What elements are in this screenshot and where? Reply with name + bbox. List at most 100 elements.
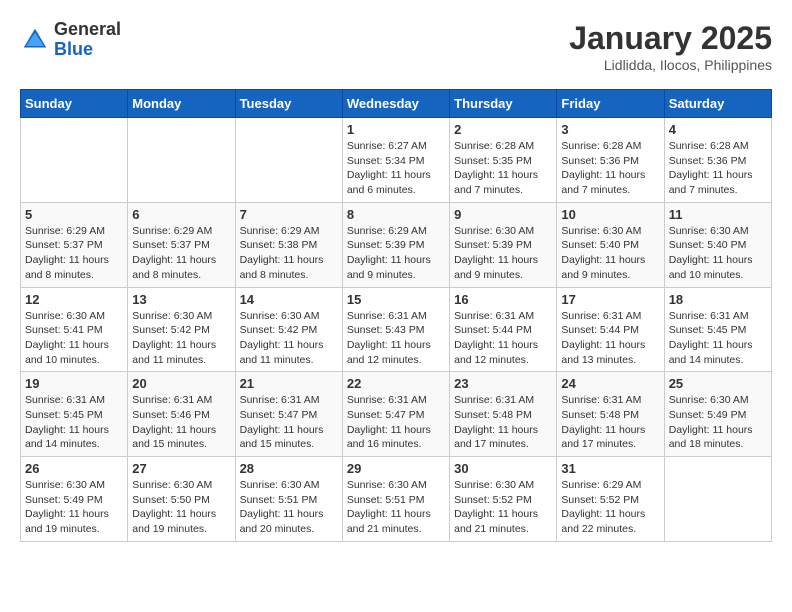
calendar-week-row: 1Sunrise: 6:27 AMSunset: 5:34 PMDaylight… [21,118,772,203]
calendar-cell: 27 Sunrise: 6:30 AMSunset: 5:50 PMDayligh… [128,457,235,542]
page-header: General Blue January 2025 Lidlidda, Iloc… [20,20,772,73]
day-info: Sunrise: 6:30 AMSunset: 5:51 PMDaylight:… [240,478,338,537]
day-info: Sunrise: 6:31 AMSunset: 5:47 PMDaylight:… [240,393,338,452]
calendar-cell: 7 Sunrise: 6:29 AMSunset: 5:38 PMDaylight… [235,202,342,287]
day-info: Sunrise: 6:31 AMSunset: 5:48 PMDaylight:… [561,393,659,452]
day-number: 5 [25,207,123,222]
calendar-week-row: 5 Sunrise: 6:29 AMSunset: 5:37 PMDaylight… [21,202,772,287]
day-number: 16 [454,292,552,307]
day-info: Sunrise: 6:31 AMSunset: 5:44 PMDaylight:… [454,309,552,368]
calendar-cell: 5 Sunrise: 6:29 AMSunset: 5:37 PMDaylight… [21,202,128,287]
day-info: Sunrise: 6:31 AMSunset: 5:46 PMDaylight:… [132,393,230,452]
day-number: 12 [25,292,123,307]
day-number: 30 [454,461,552,476]
day-info: Sunrise: 6:29 AMSunset: 5:52 PMDaylight:… [561,478,659,537]
day-info: Sunrise: 6:29 AMSunset: 5:38 PMDaylight:… [240,224,338,283]
weekday-header: Sunday [21,90,128,118]
month-title: January 2025 [569,20,772,57]
calendar-cell: 31 Sunrise: 6:29 AMSunset: 5:52 PMDayligh… [557,457,664,542]
calendar-cell: 15 Sunrise: 6:31 AMSunset: 5:43 PMDayligh… [342,287,449,372]
calendar-cell: 1Sunrise: 6:27 AMSunset: 5:34 PMDaylight… [342,118,449,203]
day-number: 27 [132,461,230,476]
day-info: Sunrise: 6:31 AMSunset: 5:43 PMDaylight:… [347,309,445,368]
day-info: Sunrise: 6:30 AMSunset: 5:40 PMDaylight:… [561,224,659,283]
day-info: Sunrise: 6:29 AMSunset: 5:37 PMDaylight:… [25,224,123,283]
day-info: Sunrise: 6:31 AMSunset: 5:45 PMDaylight:… [25,393,123,452]
day-number: 31 [561,461,659,476]
day-number: 18 [669,292,767,307]
logo-icon [20,25,50,55]
calendar-week-row: 12 Sunrise: 6:30 AMSunset: 5:41 PMDayligh… [21,287,772,372]
calendar-cell: 4Sunrise: 6:28 AMSunset: 5:36 PMDaylight… [664,118,771,203]
day-info: Sunrise: 6:30 AMSunset: 5:42 PMDaylight:… [240,309,338,368]
calendar-cell: 17 Sunrise: 6:31 AMSunset: 5:44 PMDayligh… [557,287,664,372]
day-info: Sunrise: 6:31 AMSunset: 5:45 PMDaylight:… [669,309,767,368]
day-number: 8 [347,207,445,222]
day-number: 11 [669,207,767,222]
day-number: 22 [347,376,445,391]
weekday-header: Wednesday [342,90,449,118]
day-info: Sunrise: 6:30 AMSunset: 5:52 PMDaylight:… [454,478,552,537]
day-info: Sunrise: 6:29 AMSunset: 5:37 PMDaylight:… [132,224,230,283]
weekday-header: Saturday [664,90,771,118]
day-number: 2 [454,122,552,137]
calendar-cell: 22 Sunrise: 6:31 AMSunset: 5:47 PMDayligh… [342,372,449,457]
calendar-cell: 23 Sunrise: 6:31 AMSunset: 5:48 PMDayligh… [450,372,557,457]
day-number: 17 [561,292,659,307]
calendar-cell: 13 Sunrise: 6:30 AMSunset: 5:42 PMDayligh… [128,287,235,372]
calendar-cell: 12 Sunrise: 6:30 AMSunset: 5:41 PMDayligh… [21,287,128,372]
day-info: Sunrise: 6:30 AMSunset: 5:49 PMDaylight:… [669,393,767,452]
calendar-cell [235,118,342,203]
weekday-header: Friday [557,90,664,118]
logo-general: General [54,19,121,39]
calendar-cell [21,118,128,203]
day-number: 6 [132,207,230,222]
day-info: Sunrise: 6:31 AMSunset: 5:48 PMDaylight:… [454,393,552,452]
calendar-cell: 21Sunrise: 6:31 AMSunset: 5:47 PMDayligh… [235,372,342,457]
day-info: Sunrise: 6:31 AMSunset: 5:47 PMDaylight:… [347,393,445,452]
calendar-cell [664,457,771,542]
day-number: 15 [347,292,445,307]
day-info: Sunrise: 6:30 AMSunset: 5:51 PMDaylight:… [347,478,445,537]
day-number: 3 [561,122,659,137]
calendar-cell: 26Sunrise: 6:30 AMSunset: 5:49 PMDayligh… [21,457,128,542]
calendar-cell: 18 Sunrise: 6:31 AMSunset: 5:45 PMDayligh… [664,287,771,372]
calendar-cell: 11 Sunrise: 6:30 AMSunset: 5:40 PMDayligh… [664,202,771,287]
calendar-cell: 16 Sunrise: 6:31 AMSunset: 5:44 PMDayligh… [450,287,557,372]
day-info: Sunrise: 6:30 AMSunset: 5:42 PMDaylight:… [132,309,230,368]
day-number: 7 [240,207,338,222]
logo-blue: Blue [54,39,93,59]
calendar-cell: 14Sunrise: 6:30 AMSunset: 5:42 PMDayligh… [235,287,342,372]
location-subtitle: Lidlidda, Ilocos, Philippines [569,57,772,73]
day-info: Sunrise: 6:30 AMSunset: 5:40 PMDaylight:… [669,224,767,283]
day-number: 26 [25,461,123,476]
calendar-cell [128,118,235,203]
weekday-header: Thursday [450,90,557,118]
day-number: 20 [132,376,230,391]
calendar-cell: 20 Sunrise: 6:31 AMSunset: 5:46 PMDayligh… [128,372,235,457]
day-info: Sunrise: 6:30 AMSunset: 5:41 PMDaylight:… [25,309,123,368]
day-number: 25 [669,376,767,391]
day-info: Sunrise: 6:29 AMSunset: 5:39 PMDaylight:… [347,224,445,283]
calendar-week-row: 19Sunrise: 6:31 AMSunset: 5:45 PMDayligh… [21,372,772,457]
day-number: 10 [561,207,659,222]
logo: General Blue [20,20,121,60]
day-number: 24 [561,376,659,391]
calendar-table: SundayMondayTuesdayWednesdayThursdayFrid… [20,89,772,542]
calendar-cell: 6 Sunrise: 6:29 AMSunset: 5:37 PMDaylight… [128,202,235,287]
day-number: 13 [132,292,230,307]
day-info: Sunrise: 6:27 AMSunset: 5:34 PMDaylight:… [347,139,445,198]
calendar-cell: 9Sunrise: 6:30 AMSunset: 5:39 PMDaylight… [450,202,557,287]
day-info: Sunrise: 6:28 AMSunset: 5:35 PMDaylight:… [454,139,552,198]
calendar-cell: 19Sunrise: 6:31 AMSunset: 5:45 PMDayligh… [21,372,128,457]
day-number: 23 [454,376,552,391]
logo-text: General Blue [54,20,121,60]
day-info: Sunrise: 6:31 AMSunset: 5:44 PMDaylight:… [561,309,659,368]
calendar-cell: 29 Sunrise: 6:30 AMSunset: 5:51 PMDayligh… [342,457,449,542]
day-number: 9 [454,207,552,222]
day-info: Sunrise: 6:28 AMSunset: 5:36 PMDaylight:… [561,139,659,198]
day-number: 29 [347,461,445,476]
calendar-cell: 2 Sunrise: 6:28 AMSunset: 5:35 PMDaylight… [450,118,557,203]
day-info: Sunrise: 6:30 AMSunset: 5:50 PMDaylight:… [132,478,230,537]
calendar-cell: 30 Sunrise: 6:30 AMSunset: 5:52 PMDayligh… [450,457,557,542]
